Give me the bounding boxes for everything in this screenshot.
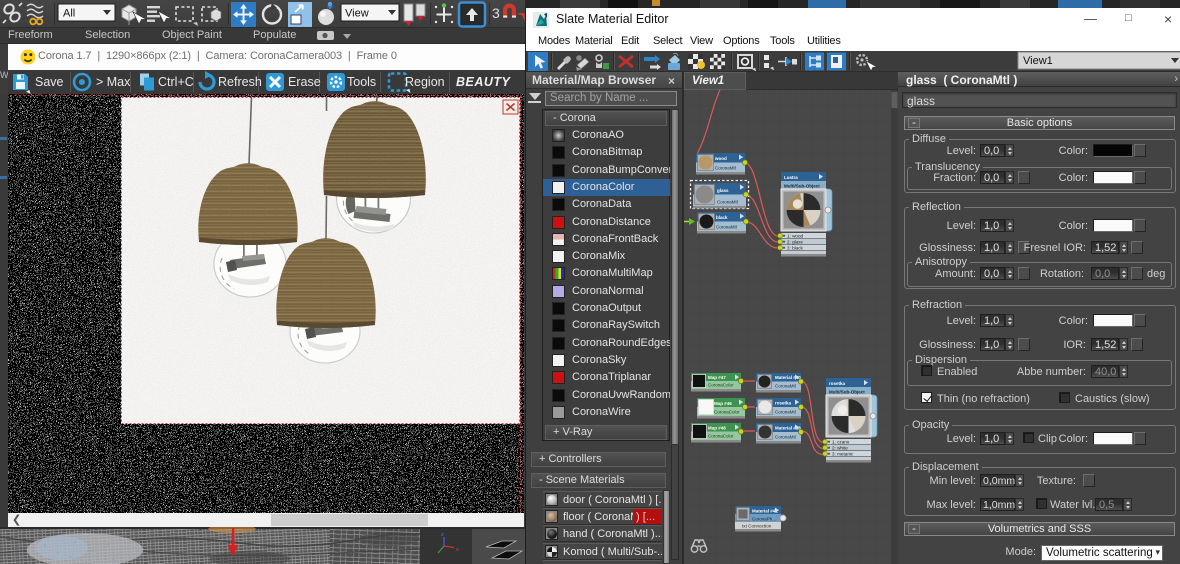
svg-text:z: z <box>441 532 444 538</box>
svg-text:CoronaMtl: CoronaMtl <box>775 435 796 440</box>
svg-text:wood: wood <box>714 156 727 161</box>
svg-text:CoronaMtl: CoronaMtl <box>775 384 796 389</box>
svg-text:Map #46: Map #46 <box>714 401 732 406</box>
svg-text:Multi/Sub-Object: Multi/Sub-Object <box>829 390 865 395</box>
svg-text:Material #41: Material #41 <box>752 509 778 514</box>
svg-text:CoronaColor: CoronaColor <box>708 383 734 388</box>
svg-text:Map #48: Map #48 <box>708 426 726 431</box>
svg-text:CoronaColor: CoronaColor <box>714 410 740 415</box>
svg-text:CoronaMtl: CoronaMtl <box>775 410 796 415</box>
svg-text:txt Connection: txt Connection <box>742 524 772 529</box>
svg-text:2: glass: 2: glass <box>787 240 804 245</box>
svg-text:View: View <box>345 8 369 20</box>
svg-text:All: All <box>63 8 75 20</box>
svg-text:2: white: 2: white <box>832 446 848 451</box>
svg-text:glass: glass <box>717 188 729 193</box>
svg-text:View1: View1 <box>1023 55 1053 67</box>
svg-text:3: black: 3: black <box>787 246 804 251</box>
svg-text:CoronaMtl: CoronaMtl <box>715 166 736 171</box>
svg-text:CoronaMtl: CoronaMtl <box>716 225 737 230</box>
svg-text:1: czano: 1: czano <box>832 440 850 445</box>
svg-text:Map #47: Map #47 <box>708 375 726 380</box>
svg-text:rosetka: rosetka <box>775 401 792 406</box>
svg-text:3: 3 <box>492 5 500 21</box>
svg-text:CoronaColor: CoronaColor <box>708 434 734 439</box>
svg-text:CoronaMtl: CoronaMtl <box>717 200 738 205</box>
svg-text:3: metanic: 3: metanic <box>832 452 854 457</box>
svg-text:black: black <box>716 215 728 220</box>
svg-text:x: x <box>456 547 459 553</box>
svg-text:rosetka: rosetka <box>829 381 846 386</box>
svg-text:Lustra: Lustra <box>784 175 798 180</box>
svg-text:Multi/Sub-Object: Multi/Sub-Object <box>784 184 820 189</box>
svg-text:CoronaPh...: CoronaPh... <box>752 517 776 522</box>
svg-text:1: wood: 1: wood <box>787 234 804 239</box>
